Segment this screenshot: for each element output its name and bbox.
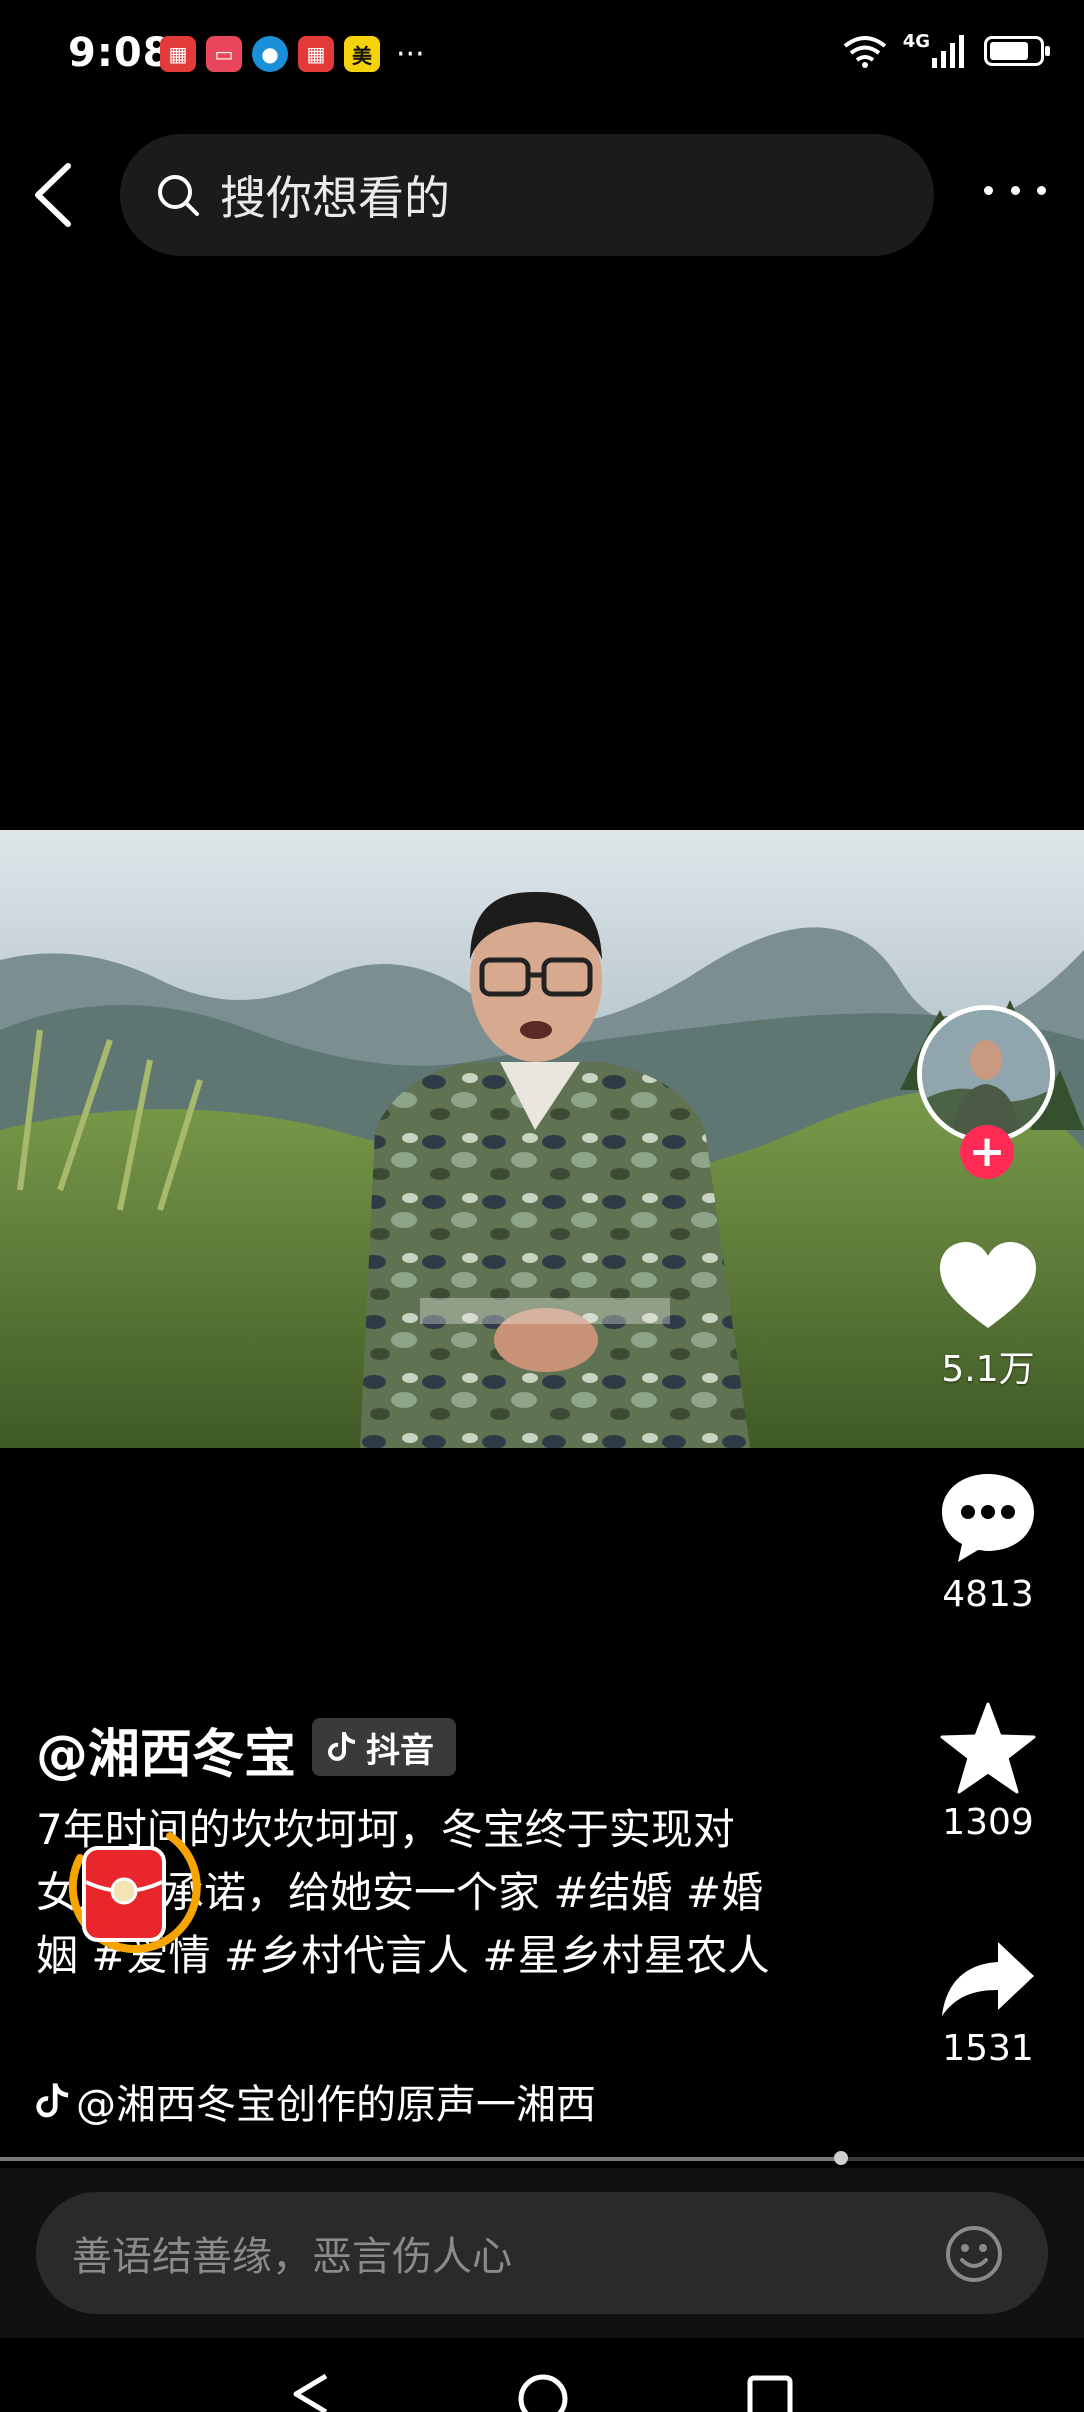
status-indicators: 4G xyxy=(843,30,1050,68)
wifi-icon xyxy=(843,36,886,68)
search-bar[interactable]: 搜你想看的 xyxy=(120,134,934,256)
author-handle[interactable]: @湘西冬宝 xyxy=(36,1712,296,1787)
star-icon xyxy=(940,1702,1036,1794)
search-icon xyxy=(158,175,199,216)
app-notification-icon: ▦ xyxy=(298,36,334,72)
status-time: 9:08 xyxy=(68,30,172,76)
battery-icon xyxy=(984,36,1050,66)
app-notification-icon: ▭ xyxy=(206,36,242,72)
like-button[interactable]: 5.1万 xyxy=(908,1240,1068,1392)
nav-home-icon[interactable] xyxy=(516,2372,570,2412)
more-notifications-icon: ··· xyxy=(396,36,425,72)
nav-back-icon[interactable] xyxy=(286,2372,336,2412)
notification-icons: ▦ ▭ ● ▦ 美 ··· xyxy=(160,36,425,72)
comment-placeholder: 善语结善缘，恶言伤人心 xyxy=(72,2234,512,2280)
favorite-count: 1309 xyxy=(942,1802,1034,1843)
like-count: 5.1万 xyxy=(941,1349,1035,1390)
music-title: @湘西冬宝创作的原声一湘西 xyxy=(76,2082,596,2128)
dot-icon xyxy=(984,185,993,195)
nav-recents-icon[interactable] xyxy=(746,2372,796,2412)
search-placeholder: 搜你想看的 xyxy=(220,171,450,225)
music-info[interactable]: @湘西冬宝创作的原声一湘西 xyxy=(36,2072,636,2130)
comment-button[interactable]: 4813 xyxy=(908,1470,1068,1615)
avatar-image xyxy=(922,1010,1050,1138)
red-envelope-icon[interactable] xyxy=(60,1818,206,1964)
douyin-note-icon xyxy=(328,1732,356,1761)
comment-icon xyxy=(942,1474,1034,1562)
dot-icon xyxy=(1010,185,1020,195)
progress-fill xyxy=(0,2157,842,2161)
favorite-button[interactable]: 1309 xyxy=(908,1702,1068,1843)
more-options-button[interactable] xyxy=(984,170,1046,210)
comment-count: 4813 xyxy=(942,1574,1034,1615)
dot-icon xyxy=(1037,185,1046,195)
platform-label: 抖音 xyxy=(366,1730,434,1771)
progress-knob[interactable] xyxy=(834,2151,849,2165)
share-icon xyxy=(942,1942,1034,2016)
network-type: 4G xyxy=(902,30,930,52)
author-avatar[interactable] xyxy=(917,1005,1055,1143)
music-note-icon xyxy=(36,2083,69,2118)
comment-input[interactable]: 善语结善缘，恶言伤人心 xyxy=(36,2192,1048,2314)
heart-icon xyxy=(940,1242,1036,1328)
share-button[interactable]: 1531 xyxy=(908,1940,1068,2069)
emoji-icon[interactable] xyxy=(944,2224,1004,2284)
share-count: 1531 xyxy=(942,2028,1034,2069)
app-notification-icon: ▦ xyxy=(160,36,196,72)
app-notification-icon: ● xyxy=(252,36,288,72)
follow-button[interactable]: + xyxy=(960,1125,1014,1179)
back-button[interactable] xyxy=(30,160,76,230)
signal-icon xyxy=(932,35,964,68)
platform-badge: 抖音 xyxy=(312,1718,456,1776)
meituan-icon: 美 xyxy=(344,36,380,72)
